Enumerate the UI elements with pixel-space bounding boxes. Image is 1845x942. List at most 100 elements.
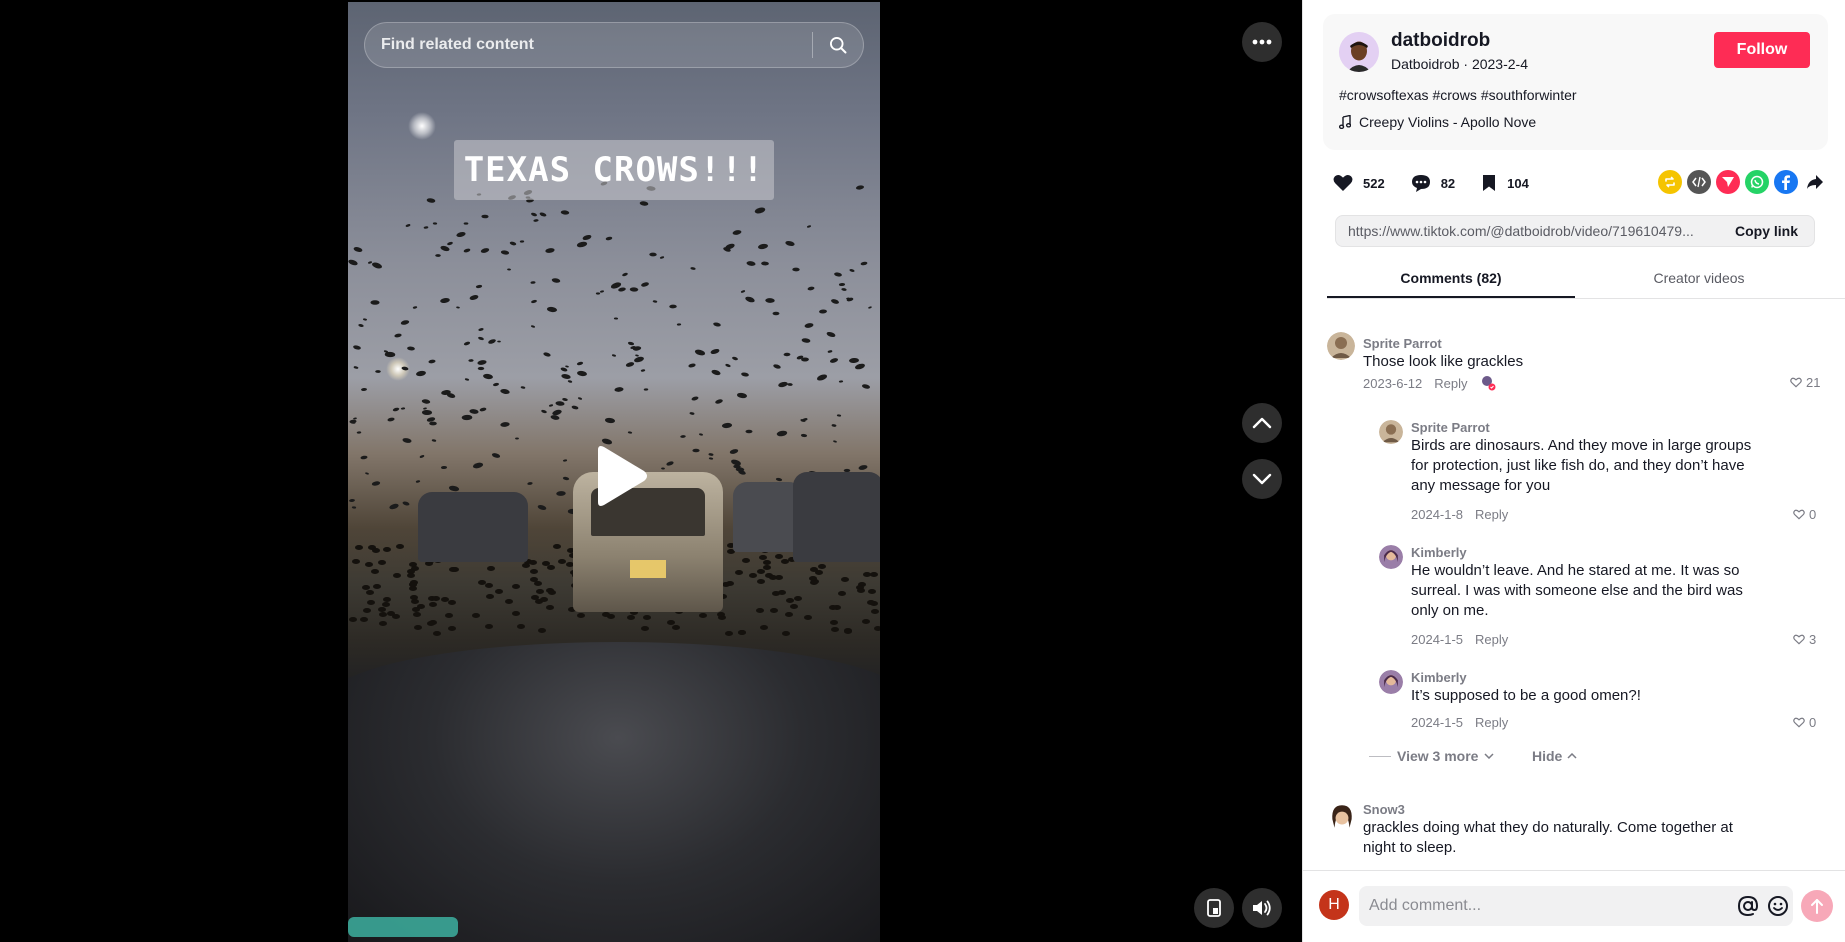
add-comment-bar: H xyxy=(1303,870,1845,942)
previous-video-button[interactable] xyxy=(1242,403,1282,443)
bird xyxy=(854,362,866,371)
bird xyxy=(742,557,751,563)
commenter-name[interactable]: Snow3 xyxy=(1363,802,1405,817)
bird xyxy=(432,596,441,602)
view-more-label: View 3 more xyxy=(1397,748,1479,764)
comment-like-button[interactable]: 0 xyxy=(1793,507,1816,522)
reply-button[interactable]: Reply xyxy=(1475,632,1508,647)
search-input[interactable] xyxy=(365,23,812,67)
repost-icon[interactable] xyxy=(1658,170,1682,194)
comment-text: Those look like grackles xyxy=(1363,353,1524,370)
bird xyxy=(558,559,567,565)
follow-button[interactable]: Follow xyxy=(1714,32,1810,68)
reply-item: Sprite Parrot Birds are dinosaurs. And t… xyxy=(1379,418,1829,522)
hashtag-link[interactable]: #southforwinter xyxy=(1481,87,1577,103)
bird xyxy=(734,569,743,575)
bird xyxy=(642,614,651,620)
whatsapp-icon[interactable] xyxy=(1745,170,1769,194)
author-username[interactable]: datboidrob xyxy=(1391,30,1490,52)
bird xyxy=(547,565,556,571)
send-icon[interactable] xyxy=(1716,170,1740,194)
bird xyxy=(785,597,794,603)
more-options-button[interactable] xyxy=(1242,22,1282,62)
bird xyxy=(530,569,539,575)
commenter-avatar[interactable] xyxy=(1327,802,1357,832)
bird xyxy=(348,258,358,267)
bird xyxy=(407,573,416,579)
bird xyxy=(412,305,418,309)
comment-like-button[interactable]: 3 xyxy=(1793,632,1816,647)
mention-button[interactable] xyxy=(1733,891,1763,921)
comment-like-button[interactable]: 21 xyxy=(1790,375,1820,390)
commenter-name[interactable]: Sprite Parrot xyxy=(1411,420,1490,435)
reply-button[interactable]: Reply xyxy=(1475,715,1508,730)
video-url[interactable]: https://www.tiktok.com/@datboidrob/video… xyxy=(1336,223,1719,239)
bird xyxy=(463,247,472,253)
bird xyxy=(711,368,722,376)
car-dashboard xyxy=(348,642,880,942)
commenter-avatar[interactable] xyxy=(1379,670,1403,694)
next-video-button[interactable] xyxy=(1242,459,1282,499)
comment-button[interactable]: 82 xyxy=(1411,174,1455,193)
bird xyxy=(365,471,370,475)
reply-button[interactable]: Reply xyxy=(1434,376,1467,391)
picture-in-picture-button[interactable] xyxy=(1194,888,1234,928)
bird xyxy=(485,623,494,629)
bird xyxy=(538,628,547,634)
commenter-name[interactable]: Sprite Parrot xyxy=(1363,336,1442,351)
bird xyxy=(830,297,840,305)
bird xyxy=(626,615,635,621)
hashtag-link[interactable]: #crowsoftexas xyxy=(1339,87,1428,103)
like-button[interactable]: 522 xyxy=(1333,174,1385,192)
comment-like-button[interactable]: 0 xyxy=(1793,715,1816,730)
music-link[interactable]: Creepy Violins - Apollo Nove xyxy=(1339,114,1536,130)
bird xyxy=(652,299,658,303)
reply-button[interactable]: Reply xyxy=(1475,507,1508,522)
hide-replies-button[interactable]: Hide xyxy=(1532,748,1577,764)
current-user-avatar[interactable]: H xyxy=(1319,890,1349,920)
heart-outline-icon xyxy=(1793,634,1805,645)
embed-icon[interactable] xyxy=(1687,170,1711,194)
play-button[interactable] xyxy=(590,444,650,508)
comment-meta: 2023-6-12 Reply xyxy=(1363,375,1496,391)
volume-button[interactable] xyxy=(1242,888,1282,928)
emoji-button[interactable] xyxy=(1763,891,1793,921)
bird xyxy=(360,387,367,392)
comment-bubble-icon xyxy=(1411,174,1430,192)
bird xyxy=(507,268,512,271)
tab-creator-videos[interactable]: Creator videos xyxy=(1575,265,1823,298)
view-more-replies-button[interactable]: View 3 more xyxy=(1369,748,1494,764)
heart-icon xyxy=(1333,175,1353,191)
bird xyxy=(762,564,771,570)
share-arrow-icon[interactable] xyxy=(1803,170,1827,194)
bird xyxy=(731,355,739,361)
bird xyxy=(708,452,715,456)
copy-link-button[interactable]: Copy link xyxy=(1719,223,1814,239)
commenter-avatar[interactable] xyxy=(1379,420,1403,444)
comment-input-container xyxy=(1359,886,1793,926)
favorite-button[interactable]: 104 xyxy=(1481,174,1529,192)
bird xyxy=(400,319,411,326)
commenter-avatar[interactable] xyxy=(1327,332,1355,360)
arrow-up-icon xyxy=(1811,899,1823,914)
comment-date: 2024-1-8 xyxy=(1411,507,1464,522)
search-button[interactable] xyxy=(813,23,863,67)
facebook-icon[interactable] xyxy=(1774,170,1798,194)
commenter-name[interactable]: Kimberly xyxy=(1411,670,1467,685)
bird xyxy=(634,354,639,357)
tab-comments[interactable]: Comments (82) xyxy=(1327,265,1575,298)
commenter-name[interactable]: Kimberly xyxy=(1411,545,1467,560)
bird xyxy=(848,357,859,364)
post-comment-button[interactable] xyxy=(1801,890,1833,922)
comment-input[interactable] xyxy=(1359,897,1733,915)
bird xyxy=(868,306,873,310)
hashtag-link[interactable]: #crows xyxy=(1432,87,1476,103)
bird xyxy=(527,481,534,486)
bird xyxy=(714,398,724,405)
video-info-card: datboidrob Datboidrob · 2023-2-4 Follow … xyxy=(1323,14,1828,150)
bird xyxy=(801,433,808,438)
bird xyxy=(839,380,844,383)
bird xyxy=(741,371,750,378)
commenter-avatar[interactable] xyxy=(1379,545,1403,569)
author-avatar[interactable] xyxy=(1339,32,1379,72)
